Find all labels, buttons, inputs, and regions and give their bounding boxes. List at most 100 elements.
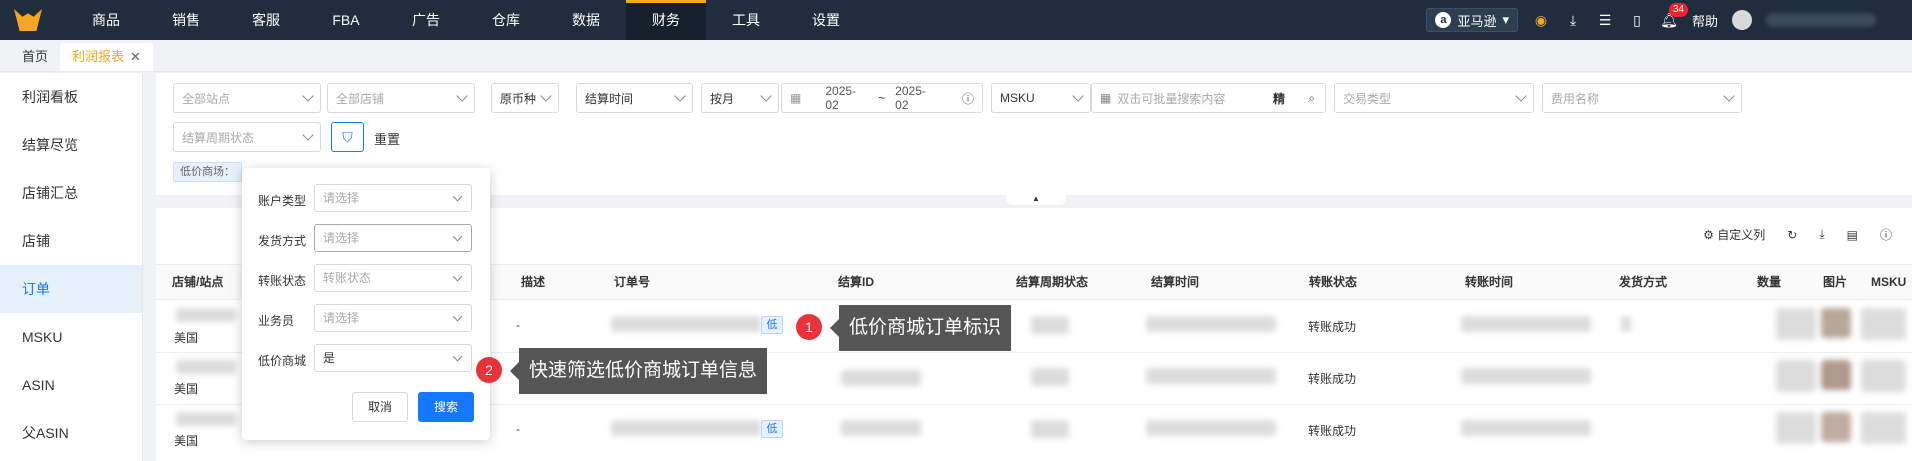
export-icon[interactable]: ▤ [1847,228,1858,242]
col-settlement-id[interactable]: 结算ID [828,264,874,300]
download-icon[interactable]: ⤓ [1819,227,1824,242]
col-description[interactable]: 描述 [511,264,545,300]
date-separator: ~ [878,91,886,105]
trade-type-label: 交易类型 [1343,91,1392,106]
app-logo[interactable] [0,0,56,40]
low-price-mall-select[interactable]: 是 [314,344,472,372]
nav-data[interactable]: 数据 [546,0,626,40]
sidebar-item-settlement[interactable]: 结算尽览 [0,121,142,169]
search-icon[interactable]: ⌕ [1308,91,1315,106]
nav-warehouse[interactable]: 仓库 [466,0,546,40]
top-navbar: 商品 销售 客服 FBA 广告 仓库 数据 财务 工具 设置 a 亚马逊 ▾ ◉… [0,0,1912,40]
nav-products[interactable]: 商品 [66,0,146,40]
shop-select[interactable]: 全部店铺 [327,83,475,113]
product-image[interactable] [1821,308,1851,338]
col-settle-time[interactable]: 结算时间 [1141,264,1199,300]
chevron-down-icon [452,311,463,322]
col-order-id[interactable]: 订单号 [604,264,650,300]
date-to[interactable]: 2025-02 [895,84,938,112]
col-ship-method[interactable]: 发货方式 [1609,264,1667,300]
mobile-icon[interactable]: ▯ [1628,11,1646,29]
msku-type-select[interactable]: MSKU [991,83,1091,113]
chevron-down-icon [452,231,463,242]
download-icon[interactable]: ⤓ [1564,11,1582,29]
active-filter-chip[interactable]: 低价商场： [173,162,242,182]
exact-match-toggle[interactable]: 精 [1273,90,1285,107]
cancel-button[interactable]: 取消 [352,392,408,422]
settle-time-blurred [1146,368,1276,384]
task-list-icon[interactable]: ☰ [1596,11,1614,29]
chevron-down-icon [302,129,314,141]
bell-icon[interactable]: 🔔︎ 34 [1660,3,1688,29]
sidebar-item-shop-summary[interactable]: 店铺汇总 [0,169,142,217]
settlement-id-blurred [841,370,921,386]
description-cell: - [516,422,520,436]
product-image[interactable] [1821,412,1851,442]
help-icon[interactable]: ⓘ [1880,226,1892,243]
avatar[interactable] [1732,10,1752,30]
col-image[interactable]: 图片 [1813,264,1847,300]
time-type-label: 结算时间 [585,91,634,106]
chevron-down-icon [760,90,772,102]
cycle-status-select[interactable]: 结算周期状态 [173,122,321,152]
order-id-blurred[interactable] [611,420,761,436]
tab-home[interactable]: 首页 [10,43,60,71]
transfer-status-cell: 转账成功 [1308,320,1357,334]
sidebar-item-asin[interactable]: ASIN [0,361,142,409]
callout-number-1: 1 [796,314,822,340]
product-image[interactable] [1821,360,1851,390]
transfer-status-select[interactable]: 转账状态 [314,264,472,292]
col-cycle-status[interactable]: 结算周期状态 [1006,264,1088,300]
sidebar-item-shop[interactable]: 店铺 [0,217,142,265]
date-from[interactable]: 2025-02 [825,84,868,112]
notice-icon[interactable]: ◉ [1532,11,1550,29]
sidebar-item-profit-board[interactable]: 利润看板 [0,73,142,121]
chevron-down-icon [1723,90,1735,102]
help-link[interactable]: 帮助 [1692,11,1718,30]
account-type-label: 账户类型 [258,194,307,208]
logo-icon [14,9,42,31]
platform-selector[interactable]: a 亚马逊 ▾ [1426,8,1518,32]
fee-name-select[interactable]: 费用名称 [1542,83,1742,113]
search-button[interactable]: 搜索 [418,392,474,422]
col-transfer-status[interactable]: 转账状态 [1299,264,1357,300]
nav-ads[interactable]: 广告 [386,0,466,40]
time-type-select[interactable]: 结算时间 [576,83,693,113]
order-id-blurred[interactable] [611,316,761,332]
chevron-down-icon [1515,90,1527,102]
sidebar-item-orders[interactable]: 订单 [0,265,142,313]
account-type-select[interactable]: 请选择 [314,184,472,212]
nav-settings[interactable]: 设置 [786,0,866,40]
currency-select[interactable]: 原币种 [491,83,559,113]
sidebar-item-msku[interactable]: MSKU [0,313,142,361]
reset-button[interactable]: 重置 [374,129,400,148]
sidebar-item-parent-asin[interactable]: 父ASIN [0,409,142,457]
nav-fba[interactable]: FBA [306,0,386,40]
site-select[interactable]: 全部站点 [173,83,321,113]
nav-finance[interactable]: 财务 [626,0,706,40]
nav-tools[interactable]: 工具 [706,0,786,40]
nav-sales[interactable]: 销售 [146,0,226,40]
cycle-status-blurred [1031,420,1069,438]
trade-type-select[interactable]: 交易类型 [1334,83,1534,113]
nav-service[interactable]: 客服 [226,0,306,40]
shop-name-blurred [176,412,236,426]
salesperson-label: 业务员 [258,314,295,328]
period-select[interactable]: 按月 [701,83,779,113]
refresh-icon[interactable]: ↻ [1787,228,1797,242]
filter-icon[interactable]: ⛉ [331,122,364,152]
ship-method-select[interactable]: 请选择 [314,224,472,252]
col-quantity[interactable]: 数量 [1747,264,1781,300]
col-transfer-time[interactable]: 转账时间 [1455,264,1513,300]
quantity-blurred [1776,360,1816,392]
search-input[interactable]: ▦ 双击可批量搜索内容 精 ⌕ [1091,83,1326,113]
col-msku[interactable]: MSKU [1861,264,1906,300]
tab-profit-report[interactable]: 利润报表 ✕ [60,43,153,71]
close-icon[interactable]: ✕ [130,49,141,64]
custom-columns-button[interactable]: ⚙ 自定义列 [1703,226,1765,243]
col-shop-site[interactable]: 店铺/站点 [162,264,223,300]
salesperson-select[interactable]: 请选择 [314,304,472,332]
date-range-picker[interactable]: ▦ 2025-02 ~ 2025-02 ⓘ [781,83,983,113]
collapse-filter-toggle[interactable]: ▲ [1006,195,1066,205]
user-name-blurred[interactable] [1766,13,1876,27]
